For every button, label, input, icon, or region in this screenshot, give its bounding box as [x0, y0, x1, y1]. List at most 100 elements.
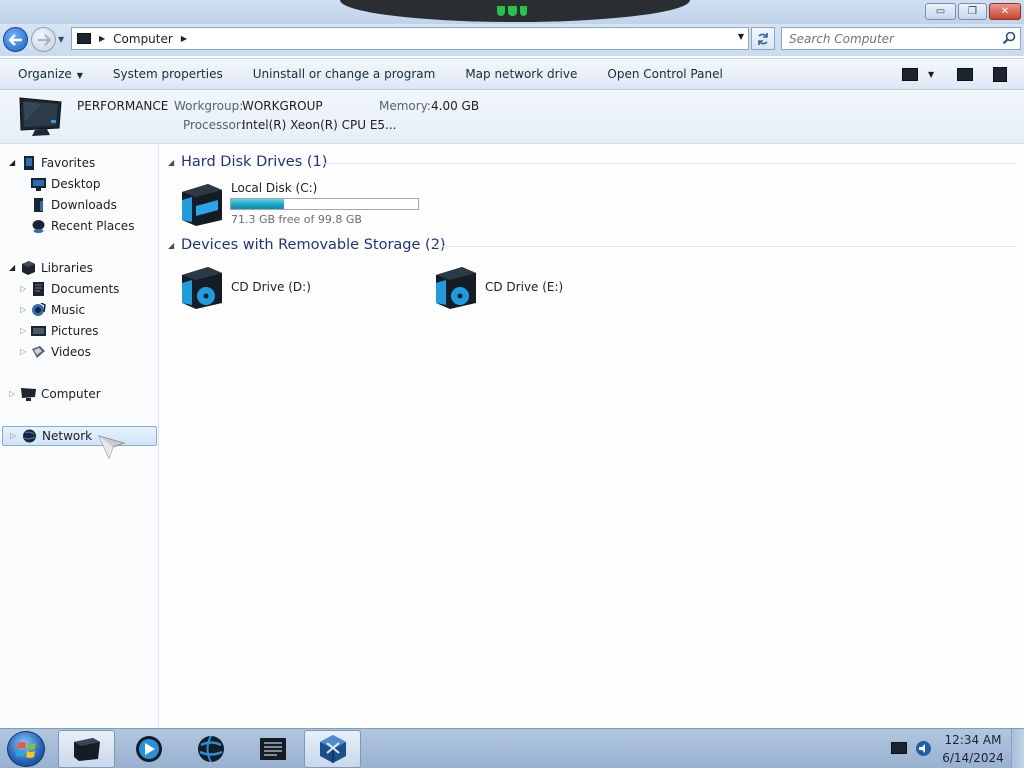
- disk-usage-bar: [230, 198, 419, 210]
- processor-value: Intel(R) Xeon(R) CPU E5...: [242, 118, 397, 132]
- clock-date[interactable]: 6/14/2024: [940, 751, 1006, 765]
- refresh-button[interactable]: [751, 27, 775, 50]
- terminal-icon: [259, 738, 286, 760]
- taskbar-command-prompt-button[interactable]: [244, 730, 301, 768]
- map-network-drive-button[interactable]: Map network drive: [450, 67, 592, 81]
- status-led-icon: [497, 6, 527, 16]
- maximize-button[interactable]: ❐: [958, 3, 987, 20]
- search-input[interactable]: [789, 31, 999, 46]
- nav-label: Favorites: [41, 156, 96, 170]
- virtualbox-cube-icon: [319, 735, 346, 763]
- system-properties-button[interactable]: System properties: [98, 67, 238, 81]
- start-button[interactable]: [7, 731, 45, 767]
- nav-item-network[interactable]: ▷ Network: [2, 426, 157, 446]
- group-header-hard-disk-drives[interactable]: ◢ Hard Disk Drives (1): [160, 153, 1020, 173]
- collapsed-arrow-icon[interactable]: ▷: [20, 347, 26, 356]
- close-button[interactable]: ✕: [989, 3, 1021, 20]
- view-options-dropdown[interactable]: ▼: [928, 70, 934, 79]
- processor-label: Processor:: [183, 118, 245, 132]
- taskbar-explorer-button[interactable]: [58, 730, 115, 768]
- minimize-button[interactable]: ▭: [925, 3, 956, 20]
- collapsed-arrow-icon[interactable]: ▷: [20, 305, 26, 314]
- drive-item-cd-drive-e[interactable]: CD Drive (E:): [430, 262, 630, 312]
- hard-drive-icon: [182, 184, 222, 226]
- address-history-dropdown[interactable]: ▼: [738, 32, 744, 41]
- breadcrumb-computer[interactable]: Computer: [113, 32, 173, 46]
- search-icon[interactable]: [1002, 31, 1016, 45]
- expanded-arrow-icon[interactable]: ◢: [168, 158, 174, 167]
- folder-icon: [73, 738, 100, 761]
- nav-item-documents[interactable]: ▷ Documents: [0, 279, 158, 299]
- navigation-pane: ◢ Favorites Desktop Downloads Recent Pla…: [0, 145, 159, 728]
- windows-logo-icon: [16, 742, 36, 758]
- collapsed-arrow-icon[interactable]: ▷: [9, 389, 15, 398]
- nav-item-libraries[interactable]: ◢ Libraries: [0, 258, 158, 278]
- change-view-icon[interactable]: [902, 68, 918, 81]
- pictures-icon: [31, 326, 46, 336]
- expanded-arrow-icon[interactable]: ◢: [9, 263, 15, 272]
- nav-item-favorites[interactable]: ◢ Favorites: [0, 153, 158, 173]
- videos-icon: [32, 346, 45, 358]
- cd-drive-icon: [436, 267, 476, 309]
- nav-item-computer[interactable]: ▷ Computer: [0, 384, 158, 404]
- back-button[interactable]: [3, 27, 28, 52]
- nav-item-pictures[interactable]: ▷ Pictures: [0, 321, 158, 341]
- drive-free-space: 71.3 GB free of 99.8 GB: [231, 213, 362, 226]
- drive-item-local-disk-c[interactable]: Local Disk (C:) 71.3 GB free of 99.8 GB: [176, 178, 426, 228]
- command-bar: Organize ▼ System properties Uninstall or…: [0, 58, 1024, 90]
- show-desktop-button[interactable]: [1011, 729, 1024, 768]
- nav-item-desktop[interactable]: Desktop: [0, 174, 158, 194]
- forward-button[interactable]: [31, 27, 56, 52]
- navigation-bar: ▼ ▶ Computer ▶ ▼: [0, 24, 1024, 56]
- nav-label: Documents: [51, 282, 120, 296]
- clock-time[interactable]: 12:34 AM: [940, 733, 1006, 747]
- disk-usage-fill: [231, 199, 285, 209]
- nav-item-recent-places[interactable]: Recent Places: [0, 216, 158, 236]
- collapsed-arrow-icon[interactable]: ▷: [20, 326, 26, 335]
- libraries-icon: [22, 261, 35, 275]
- group-header-removable-storage[interactable]: ◢ Devices with Removable Storage (2): [160, 236, 1020, 256]
- downloads-icon: [34, 198, 43, 212]
- organize-menu[interactable]: Organize ▼: [0, 67, 98, 81]
- search-box[interactable]: [781, 27, 1021, 50]
- nav-label: Network: [42, 429, 93, 443]
- drive-name: CD Drive (E:): [485, 280, 564, 294]
- expanded-arrow-icon[interactable]: ◢: [9, 158, 15, 167]
- collapsed-arrow-icon[interactable]: ▷: [20, 284, 26, 293]
- chevron-down-icon: ▼: [76, 71, 83, 80]
- breadcrumb-separator-icon[interactable]: ▶: [99, 34, 105, 43]
- organize-label: Organize: [18, 67, 72, 81]
- breadcrumb-separator-icon[interactable]: ▶: [181, 34, 187, 43]
- uninstall-program-button[interactable]: Uninstall or change a program: [238, 67, 451, 81]
- nav-item-videos[interactable]: ▷ Videos: [0, 342, 158, 362]
- content-pane: ◢ Hard Disk Drives (1) Local Disk (C:) 7…: [160, 145, 1024, 728]
- network-globe-icon: [23, 429, 36, 443]
- taskbar-virtualbox-button[interactable]: [304, 730, 361, 768]
- expanded-arrow-icon[interactable]: ◢: [168, 241, 174, 250]
- refresh-icon: [758, 32, 768, 45]
- volume-icon[interactable]: [915, 740, 932, 757]
- address-bar[interactable]: ▶ Computer ▶ ▼: [71, 27, 749, 50]
- recent-pages-dropdown[interactable]: ▼: [58, 35, 64, 44]
- nav-label: Computer: [41, 387, 101, 401]
- nav-item-music[interactable]: ▷ Music: [0, 300, 158, 320]
- preview-pane-icon[interactable]: [957, 68, 973, 81]
- forward-arrow-icon: [37, 33, 51, 46]
- open-control-panel-button[interactable]: Open Control Panel: [592, 67, 737, 81]
- help-icon[interactable]: [993, 67, 1007, 82]
- nav-item-downloads[interactable]: Downloads: [0, 195, 158, 215]
- nav-label: Libraries: [41, 261, 93, 275]
- nav-label: Videos: [51, 345, 91, 359]
- computer-monitor-icon: [19, 97, 62, 136]
- drive-name: Local Disk (C:): [231, 181, 318, 195]
- music-icon: [32, 303, 46, 316]
- collapsed-arrow-icon[interactable]: ▷: [10, 431, 16, 440]
- taskbar-media-player-button[interactable]: [120, 730, 177, 768]
- nav-label: Pictures: [51, 324, 99, 338]
- network-status-icon[interactable]: [891, 742, 907, 754]
- nav-label: Recent Places: [51, 219, 135, 233]
- drive-item-cd-drive-d[interactable]: CD Drive (D:): [176, 262, 376, 312]
- taskbar: 12:34 AM 6/14/2024: [0, 728, 1024, 768]
- group-divider: [430, 246, 1016, 247]
- taskbar-browser-button[interactable]: [182, 730, 239, 768]
